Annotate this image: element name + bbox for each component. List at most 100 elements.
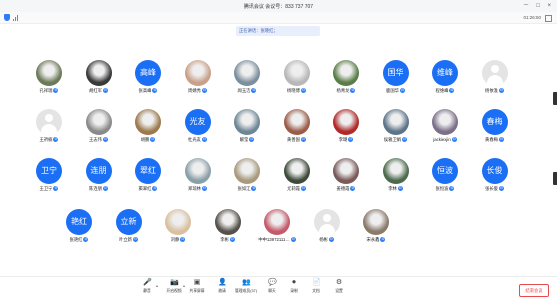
participant-tile[interactable]: 尤莉霞 ʘ bbox=[275, 158, 319, 194]
avatar-photo bbox=[363, 209, 389, 235]
mic-muted-icon: ʘ bbox=[102, 88, 108, 94]
participant-tile[interactable]: 李林 ʘ bbox=[374, 158, 418, 194]
participant-name-row: 张如江 ʘ bbox=[225, 186, 269, 192]
toolbar-label: 管理成员(37) bbox=[235, 289, 257, 293]
participant-tile[interactable]: 杨彬 ʘ bbox=[305, 209, 349, 245]
participant-name-row: 杨青龙 ʘ bbox=[324, 88, 368, 94]
participant-name: 程维峰 bbox=[435, 88, 449, 93]
participant-name-row: 杨晓博 ʘ bbox=[275, 88, 319, 94]
mic-muted-icon: ʘ bbox=[300, 137, 306, 143]
participant-tile[interactable]: 艳红 张艳红 ʘ bbox=[57, 209, 101, 245]
participant-name-row: 张艳红 ʘ bbox=[57, 237, 101, 243]
participant-tile[interactable]: 周婧秀 ʘ bbox=[176, 60, 220, 96]
participant-name-row: 解莹 ʘ bbox=[225, 137, 269, 143]
participant-tile[interactable]: 孔祥瑞 ʘ bbox=[27, 60, 71, 96]
avatar-photo bbox=[283, 158, 310, 184]
participant-tile[interactable]: 胡红军 ʘ bbox=[77, 60, 121, 96]
participant-name-row: 鹿国华 ʘ bbox=[374, 88, 418, 94]
participant-name-row: 李彬 ʘ bbox=[206, 237, 250, 243]
participant-name: 姜德霞 bbox=[336, 186, 350, 191]
participant-tile[interactable]: 李璐 ʘ bbox=[324, 109, 368, 145]
minimize-button[interactable]: － bbox=[523, 2, 529, 10]
participant-name-row: 黄善国 ʘ bbox=[275, 137, 319, 143]
participant-tile[interactable]: 杨晓博 ʘ bbox=[275, 60, 319, 96]
participant-tile[interactable]: 姜德霞 ʘ bbox=[324, 158, 368, 194]
participant-name-row: 杨依淮 ʘ bbox=[473, 88, 517, 94]
chevron-up-icon[interactable]: ▴ bbox=[156, 283, 158, 288]
toolbar-members-button[interactable]: 👥 管理成员(37) bbox=[233, 279, 259, 294]
avatar-photo bbox=[85, 60, 112, 86]
end-meeting-button[interactable]: 结束会议 bbox=[519, 284, 549, 297]
participant-name: 胡鹏 bbox=[140, 137, 150, 142]
participant-name: 杨依淮 bbox=[485, 88, 498, 93]
fullscreen-icon[interactable] bbox=[545, 15, 552, 22]
participant-tile[interactable]: 杨依淮 ʘ bbox=[473, 60, 517, 96]
sidebar-toggle-top[interactable] bbox=[553, 92, 557, 105]
participant-tile[interactable]: 杨青龙 ʘ bbox=[324, 60, 368, 96]
signal-icon[interactable] bbox=[13, 15, 19, 21]
participant-name-row: 姜德霞 ʘ bbox=[324, 186, 368, 192]
participant-tile[interactable]: 恒波 张恒波 ʘ bbox=[423, 158, 467, 194]
avatar-photo bbox=[333, 158, 359, 184]
participant-tile[interactable]: 胡鹏 ʘ bbox=[126, 109, 170, 145]
participant-tile[interactable]: 春梅 黄春梅 ʘ bbox=[473, 109, 517, 145]
participant-name-row: 宋永鑫 ʘ bbox=[354, 237, 398, 243]
participant-name-row: 程维峰 ʘ bbox=[423, 88, 467, 94]
participant-tile[interactable]: 宋永鑫 ʘ bbox=[354, 209, 398, 245]
participant-name: 张长俊 bbox=[485, 186, 498, 191]
avatar-photo bbox=[432, 109, 458, 135]
participant-tile[interactable]: 立新 叶立新 ʘ bbox=[107, 209, 151, 245]
toolbar-invite-button[interactable]: 👤 邀请 bbox=[209, 279, 235, 294]
mic-muted-icon: ʘ bbox=[201, 137, 207, 143]
toolbar-settings-button[interactable]: ⚙ 设置 bbox=[326, 279, 352, 294]
participant-name-row: 陈连朋 ʘ bbox=[77, 186, 121, 192]
participant-tile[interactable]: jackiexjin ʘ bbox=[423, 109, 467, 145]
participant-tile[interactable]: 连朋 陈连朋 ʘ bbox=[77, 158, 121, 194]
participant-tile[interactable]: 李彬 ʘ bbox=[206, 209, 250, 245]
sidebar-toggle-bottom[interactable] bbox=[553, 172, 557, 185]
avatar-photo bbox=[333, 60, 359, 86]
participant-tile[interactable]: 长俊 张长俊 ʘ bbox=[473, 158, 517, 194]
shield-icon[interactable] bbox=[4, 14, 10, 21]
avatar-photo bbox=[234, 60, 260, 86]
participant-name-row: 王卫宁 ʘ bbox=[27, 186, 71, 192]
participant-tile[interactable]: 高峰 张高峰 ʘ bbox=[126, 60, 170, 96]
mic-muted-icon: ʘ bbox=[150, 137, 156, 143]
toolbar-screen-share-button[interactable]: ▣ 共享屏幕 bbox=[184, 279, 210, 294]
default-avatar-icon bbox=[481, 60, 508, 86]
participant-name: 王卫宁 bbox=[39, 186, 53, 191]
participant-tile[interactable]: 国华 鹿国华 ʘ bbox=[374, 60, 418, 96]
participant-tile[interactable]: 闻玉洁 ʘ bbox=[225, 60, 269, 96]
participant-tile[interactable]: 刘静 ʘ bbox=[156, 209, 200, 245]
maximize-button[interactable]: □ bbox=[536, 2, 540, 10]
mic-muted-icon: ʘ bbox=[498, 88, 504, 94]
participant-tile[interactable]: 郑琼林 ʘ bbox=[176, 158, 220, 194]
mic-muted-icon: ʘ bbox=[102, 137, 108, 143]
participant-name-row: 窦翠红 ʘ bbox=[126, 186, 170, 192]
participant-name: jackiexjin bbox=[433, 137, 451, 142]
avatar-initials: 翠红 bbox=[135, 158, 161, 184]
invite-icon: 👤 bbox=[218, 279, 227, 286]
participant-tile[interactable]: 维峰 程维峰 ʘ bbox=[423, 60, 467, 96]
participant-tile[interactable]: 光友 杜光友 ʘ bbox=[176, 109, 220, 145]
avatar-initials: 高峰 bbox=[135, 60, 161, 86]
participant-tile[interactable]: 解莹 ʘ bbox=[225, 109, 269, 145]
mic-muted-icon: ʘ bbox=[328, 237, 334, 243]
avatar-initials: 卫宁 bbox=[36, 158, 62, 184]
participant-tile[interactable]: 张如江 ʘ bbox=[225, 158, 269, 194]
participant-tile[interactable]: 王志伟 ʘ bbox=[77, 109, 121, 145]
avatar-photo bbox=[283, 60, 310, 86]
mic-muted-icon: ʘ bbox=[229, 237, 235, 243]
participant-tile[interactable]: 王祈楠 ʘ bbox=[27, 109, 71, 145]
participant-tile[interactable]: 卫宁王卫宁 ʘ bbox=[27, 158, 71, 194]
participant-tile[interactable]: 翠红窦翠红 ʘ bbox=[126, 158, 170, 194]
participant-tile[interactable]: 中中13972111… ʘ bbox=[255, 209, 299, 245]
participant-tile[interactable]: 黄善国 ʘ bbox=[275, 109, 319, 145]
participant-name: 尤莉霞 bbox=[287, 186, 300, 191]
close-button[interactable]: × bbox=[547, 2, 551, 10]
participant-name-row: 周婧秀 ʘ bbox=[176, 88, 220, 94]
settings-icon: ⚙ bbox=[335, 279, 343, 286]
participant-tile[interactable]: 侯雅卫娟 ʘ bbox=[374, 109, 418, 145]
participant-name-row: 郑琼林 ʘ bbox=[176, 186, 220, 192]
mic-muted-icon: ʘ bbox=[83, 237, 89, 243]
